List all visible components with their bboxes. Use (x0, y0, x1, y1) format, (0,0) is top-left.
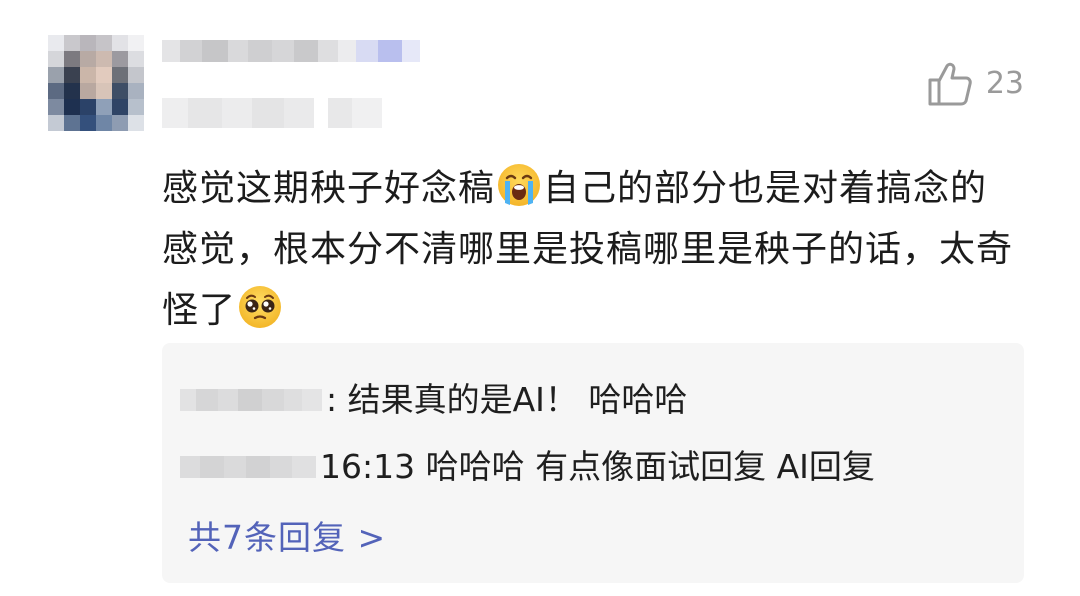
reply-username-redacted (180, 389, 322, 411)
reply-text: : 结果真的是AI！ 哈哈哈 (326, 380, 688, 419)
reply-text: 16:13 哈哈哈 有点像面试回复 AI回复 (320, 447, 875, 486)
replies-box: : 结果真的是AI！ 哈哈哈 16:13 哈哈哈 有点像面试回复 AI回复 共7… (162, 343, 1024, 583)
reply-username-redacted (180, 456, 316, 478)
username-redacted[interactable] (162, 40, 420, 62)
comment-meta-redacted (162, 98, 382, 128)
pleading-face-emoji-icon (238, 285, 282, 329)
comment-text-part1: 感觉这期秧子好念稿 (162, 168, 496, 209)
view-all-replies-link[interactable]: 共7条回复 > (188, 516, 386, 560)
comment-text: 感觉这期秧子好念稿 自己的部分也是对着搞念的感觉，根本分不清哪里是投稿哪里是秧子… (162, 158, 1024, 341)
reply-item[interactable]: : 结果真的是AI！ 哈哈哈 (180, 378, 687, 422)
reply-item[interactable]: 16:13 哈哈哈 有点像面试回复 AI回复 (180, 445, 875, 489)
thumbs-up-icon (926, 60, 974, 108)
like-button[interactable]: 23 (926, 60, 1024, 108)
like-count: 23 (985, 66, 1024, 101)
crying-face-emoji-icon (497, 163, 541, 207)
avatar[interactable] (48, 35, 144, 131)
